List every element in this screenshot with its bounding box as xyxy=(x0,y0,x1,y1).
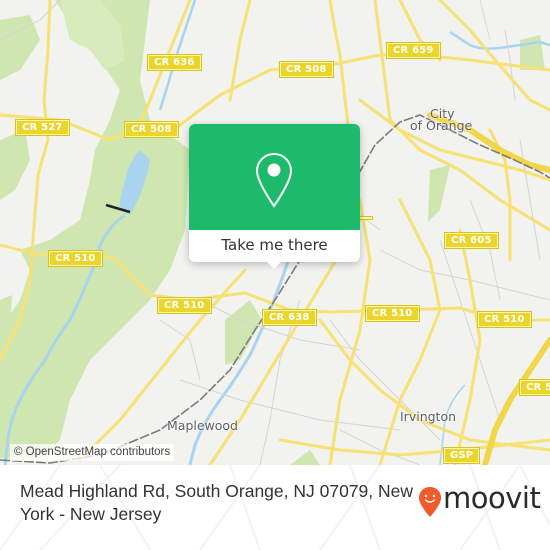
road-label-cr638: CR 638 xyxy=(262,309,317,326)
road-label-cr510: CR 510 xyxy=(48,250,103,267)
park-northwest xyxy=(0,15,40,80)
road-label-cr605: CR 605 xyxy=(444,232,499,249)
place-label-city-of-orange-line2: of Orange xyxy=(410,118,473,133)
map-attribution[interactable]: © OpenStreetMap contributors xyxy=(10,444,175,461)
address-text: Mead Highland Rd, South Orange, NJ 07079… xyxy=(20,481,414,524)
road-label-cr510: CR 5 xyxy=(518,379,550,396)
popup-pointer xyxy=(266,261,282,269)
park-orange-ne xyxy=(520,35,545,70)
road-label-cr527: CR 527 xyxy=(15,119,70,136)
road-label-cr510: CR 510 xyxy=(477,311,532,328)
road-label-cr508: CR 508 xyxy=(124,121,179,138)
park-orange xyxy=(428,165,450,222)
road-mid-1 xyxy=(318,318,550,452)
park-south xyxy=(290,450,320,465)
road-label-cr659: CR 659 xyxy=(386,42,441,59)
moovit-wordmark: moovit xyxy=(443,481,541,515)
road-label-partial xyxy=(359,216,373,220)
road-orange-1 xyxy=(328,0,352,142)
road-label-cr510: CR 510 xyxy=(365,305,420,322)
road-label-cr636: CR 636 xyxy=(147,54,202,71)
take-me-there-button[interactable]: Take me there xyxy=(189,230,360,262)
map-view[interactable]: CR 636 CR 508 CR 508 CR 527 CR 659 CR 51… xyxy=(0,0,550,465)
popup-header xyxy=(189,124,360,230)
park-maplewood xyxy=(225,300,262,365)
place-label-irvington: Irvington xyxy=(400,409,457,424)
road-orange-2 xyxy=(373,0,550,232)
road-label-gsp: GSP xyxy=(442,447,481,464)
location-pin-icon xyxy=(255,152,293,208)
road-label-cr510: CR 510 xyxy=(157,297,212,314)
location-popup: Take me there xyxy=(189,124,360,262)
road-label-cr508: CR 508 xyxy=(279,61,334,78)
footer-bar: Mead Highland Rd, South Orange, NJ 07079… xyxy=(0,465,550,550)
moovit-pin-icon xyxy=(419,487,441,517)
place-label-maplewood: Maplewood xyxy=(167,418,238,433)
park-west xyxy=(0,130,30,200)
moovit-logo[interactable]: moovit xyxy=(418,481,543,518)
road-south-cross xyxy=(278,438,550,457)
